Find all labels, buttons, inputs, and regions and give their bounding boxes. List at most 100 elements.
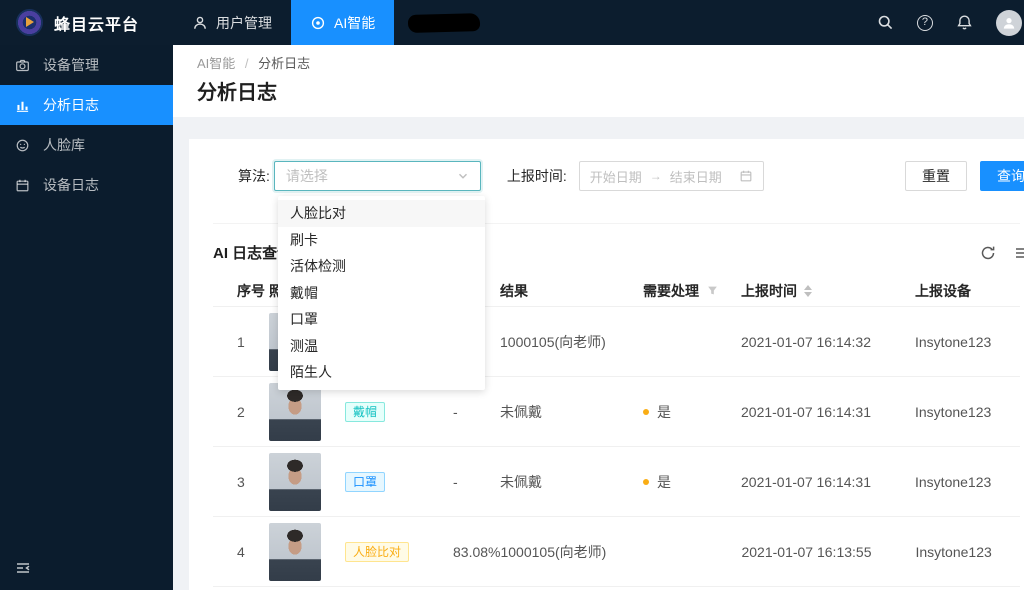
- sidebar-item-label: 设备管理: [43, 55, 99, 75]
- photo-thumbnail[interactable]: [269, 383, 321, 441]
- cell-report-time: 2021-01-07 16:14:31: [741, 474, 915, 490]
- filter-bar: 算法: 请选择 上报时间: 开始日期 → 结束日期 重置 查询 展: [213, 161, 1020, 191]
- camera-icon: [15, 58, 30, 73]
- filter-buttons: 重置 查询 展: [905, 161, 1020, 191]
- column-header: 上报时间: [741, 281, 915, 301]
- bell-icon[interactable]: [956, 14, 973, 31]
- cell-result: 未佩戴: [500, 472, 643, 492]
- nav-item-redacted[interactable]: [408, 13, 480, 33]
- select-option[interactable]: 测温: [278, 333, 485, 360]
- breadcrumb-current: 分析日志: [258, 56, 310, 71]
- sidebar: 设备管理分析日志人脸库设备日志: [0, 45, 173, 590]
- calendar-icon: [15, 178, 30, 193]
- select-option[interactable]: 人脸比对: [278, 200, 485, 227]
- cell-algorithm: 人脸比对: [345, 542, 435, 562]
- sidebar-item-analysis-log[interactable]: 分析日志: [0, 85, 173, 125]
- nav-item-label: 用户管理: [216, 13, 272, 33]
- main-content: AI智能 / 分析日志 分析日志 算法: 请选择 上报时间: 开始日期 → 结束…: [173, 45, 1024, 590]
- calendar-icon: [739, 169, 753, 183]
- select-option[interactable]: 戴帽: [278, 280, 485, 307]
- sidebar-menu: 设备管理分析日志人脸库设备日志: [0, 45, 173, 205]
- user-icon: [192, 15, 208, 31]
- sidebar-item-device-management[interactable]: 设备管理: [0, 45, 173, 85]
- algorithm-tag: 戴帽: [345, 402, 385, 422]
- table-row: 3口罩-未佩戴是2021-01-07 16:14:31Insytone123: [213, 447, 1020, 517]
- avatar: [996, 10, 1022, 36]
- cell-photo: [269, 383, 345, 441]
- page-title: 分析日志: [197, 79, 1000, 107]
- cell-report-time: 2021-01-07 16:14:32: [741, 334, 915, 350]
- chart-icon: [15, 98, 30, 113]
- cell-photo: [269, 453, 345, 511]
- warning-dot-icon: [643, 409, 649, 415]
- cell-result: 1000105(向老师): [500, 332, 643, 352]
- cell-report-time: 2021-01-07 16:14:31: [741, 404, 915, 420]
- top-navbar: 蜂目云平台 用户管理 AI智能 ? lo: [0, 0, 1024, 45]
- navbar-right: ? lo: [877, 10, 1024, 36]
- cell-algorithm: 戴帽: [345, 402, 435, 422]
- sidebar-item-label: 人脸库: [43, 135, 85, 155]
- select-option[interactable]: 活体检测: [278, 253, 485, 280]
- search-icon[interactable]: [877, 14, 894, 31]
- range-arrow: →: [650, 169, 662, 183]
- algorithm-tag: 口罩: [345, 472, 385, 492]
- cell-report-device: Insytone123: [915, 544, 1020, 560]
- select-option[interactable]: 刷卡: [278, 227, 485, 254]
- user-menu[interactable]: lo: [996, 10, 1024, 36]
- cell-result: 1000105(向老师): [500, 542, 643, 562]
- algorithm-tag: 人脸比对: [345, 542, 409, 562]
- brand: 蜂目云平台: [0, 9, 173, 36]
- cell-similarity: -: [435, 404, 500, 420]
- cell-similarity: -: [435, 474, 500, 490]
- sort-icon[interactable]: [804, 285, 812, 297]
- help-icon[interactable]: ?: [917, 15, 933, 31]
- algorithm-select-placeholder: 请选择: [286, 166, 457, 186]
- cell-need-handle: 是: [643, 402, 741, 422]
- cell-algorithm: 口罩: [345, 472, 435, 492]
- cell-similarity: 83.08%: [435, 544, 500, 560]
- cell-need-handle: 是: [643, 472, 741, 492]
- start-date-placeholder: 开始日期: [590, 167, 642, 186]
- cell-photo: [269, 523, 345, 581]
- column-header: 上报设备: [915, 281, 1020, 301]
- page-header: AI智能 / 分析日志 分析日志: [173, 45, 1024, 117]
- breadcrumb-parent[interactable]: AI智能: [197, 56, 235, 71]
- cell-report-time: 2021-01-07 16:13:55: [741, 544, 915, 560]
- column-header: 需要处理: [643, 281, 741, 301]
- cell-result: 未佩戴: [500, 402, 643, 422]
- nav-item-ai-intelligence[interactable]: AI智能: [291, 0, 394, 45]
- nav-item-user-management[interactable]: 用户管理: [173, 0, 291, 45]
- cell-report-device: Insytone123: [915, 404, 1020, 420]
- filter-funnel-icon[interactable]: [707, 285, 718, 296]
- cell-index: 2: [213, 404, 269, 420]
- cell-report-device: Insytone123: [915, 334, 1020, 350]
- cell-index: 4: [213, 544, 269, 560]
- algorithm-select[interactable]: 请选择: [274, 161, 481, 191]
- chevron-down-icon: [457, 170, 469, 182]
- warning-dot-icon: [643, 479, 649, 485]
- column-header: 序号: [213, 281, 269, 301]
- sidebar-collapse-icon[interactable]: [8, 554, 38, 582]
- report-time-label: 上报时间:: [507, 166, 567, 186]
- select-option[interactable]: 口罩: [278, 306, 485, 333]
- app-title: 蜂目云平台: [54, 11, 139, 35]
- density-settings-icon[interactable]: [1014, 245, 1024, 261]
- photo-thumbnail[interactable]: [269, 453, 321, 511]
- search-button[interactable]: 查询: [980, 161, 1024, 191]
- breadcrumb: AI智能 / 分析日志: [197, 55, 1000, 73]
- column-header: 结果: [500, 281, 643, 301]
- photo-thumbnail[interactable]: [269, 523, 321, 581]
- algorithm-label: 算法:: [238, 166, 270, 186]
- top-menu: 用户管理 AI智能: [173, 0, 394, 45]
- report-time-range-picker[interactable]: 开始日期 → 结束日期: [579, 161, 764, 191]
- cell-report-device: Insytone123: [915, 474, 1020, 490]
- sidebar-item-device-log[interactable]: 设备日志: [0, 165, 173, 205]
- reset-button[interactable]: 重置: [905, 161, 967, 191]
- algorithm-dropdown-panel: 人脸比对刷卡活体检测戴帽口罩测温陌生人: [278, 196, 485, 390]
- select-option[interactable]: 陌生人: [278, 359, 485, 386]
- sidebar-item-face-library[interactable]: 人脸库: [0, 125, 173, 165]
- sidebar-item-label: 分析日志: [43, 95, 99, 115]
- ai-icon: [310, 15, 326, 31]
- app-logo-icon: [16, 9, 43, 36]
- refresh-icon[interactable]: [980, 245, 996, 261]
